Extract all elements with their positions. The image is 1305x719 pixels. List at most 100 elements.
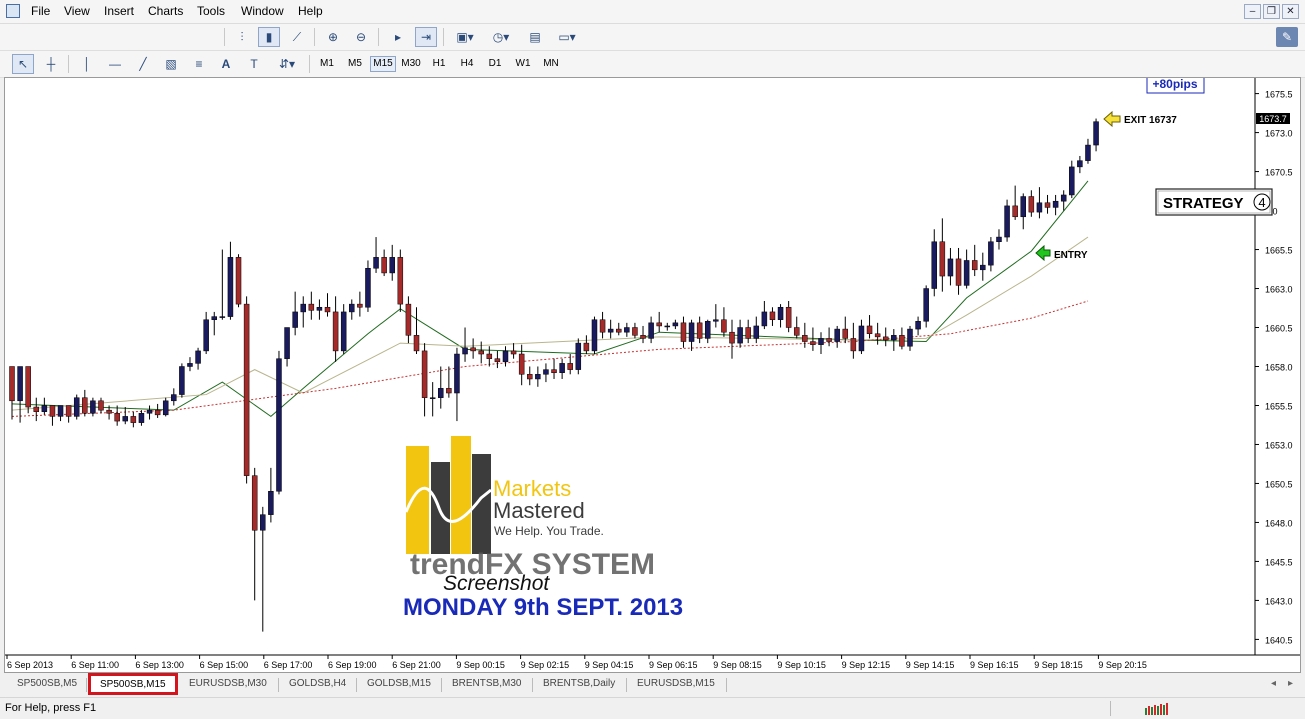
candle-body <box>858 325 865 352</box>
text-icon[interactable]: A <box>215 54 237 74</box>
candle-body <box>235 257 242 305</box>
candle <box>268 467 274 523</box>
timeframe-mn[interactable]: MN <box>538 56 564 72</box>
menu-help[interactable]: Help <box>298 4 323 18</box>
candle <box>179 363 185 398</box>
timeframe-m1[interactable]: M1 <box>314 56 340 72</box>
price-axis-labels: 1675.51673.01670.58.01665.51663.01660.51… <box>1255 90 1293 645</box>
candle <box>737 319 743 348</box>
candle <box>332 296 339 362</box>
candle-body <box>899 335 905 347</box>
candle <box>1036 187 1043 219</box>
text-label-icon[interactable]: T <box>243 54 265 74</box>
menu-file[interactable]: File <box>31 4 50 18</box>
candle <box>858 319 865 355</box>
restore-icon[interactable]: ❐ <box>1263 4 1280 19</box>
candle <box>146 405 153 420</box>
candle <box>90 397 96 417</box>
candle <box>656 311 662 333</box>
menu-view[interactable]: View <box>64 4 90 18</box>
crosshair-icon[interactable]: ┼ <box>40 54 62 74</box>
periods-clock-icon[interactable]: ◷▾ <box>487 27 515 47</box>
candle <box>688 319 695 351</box>
candle <box>462 327 468 362</box>
menu-charts[interactable]: Charts <box>148 4 183 18</box>
menu-tools[interactable]: Tools <box>197 4 225 18</box>
candle <box>518 344 525 386</box>
time-tick-label: 9 Sep 18:15 <box>1034 660 1083 670</box>
timeframe-m30[interactable]: M30 <box>398 56 424 72</box>
chart-shift-icon[interactable]: ⇥ <box>415 27 437 47</box>
zoom-in-icon[interactable]: ⊕ <box>322 27 344 47</box>
chart-properties-icon[interactable]: ▭▾ <box>552 27 582 47</box>
candle <box>640 325 646 344</box>
candle-body <box>446 388 452 394</box>
candlestick-chart-icon[interactable]: ▮ <box>258 27 280 47</box>
tab-scroll-left-icon[interactable]: ◂ <box>1271 678 1276 689</box>
tab-eurusdsb-m30[interactable]: EURUSDSB,M30 <box>189 678 267 689</box>
menu-insert[interactable]: Insert <box>104 4 134 18</box>
chart-window[interactable]: 1675.51673.01670.58.01665.51663.01660.51… <box>4 77 1301 673</box>
candle-body <box>276 358 282 492</box>
tab-brentsb-m30[interactable]: BRENTSB,M30 <box>452 678 521 689</box>
time-tick-label: 6 Sep 21:00 <box>392 660 441 670</box>
vertical-line-icon[interactable]: │ <box>76 54 98 74</box>
templates-icon[interactable]: ▤ <box>524 27 546 47</box>
timeframe-w1[interactable]: W1 <box>510 56 536 72</box>
tab-scroll-right-icon[interactable]: ▸ <box>1288 678 1293 689</box>
notification-icon[interactable]: ✎ <box>1276 27 1298 47</box>
connection-status-icon[interactable] <box>1144 702 1170 715</box>
candle <box>429 382 436 417</box>
close-icon[interactable]: ✕ <box>1282 4 1299 19</box>
candle <box>227 241 234 320</box>
candle <box>130 411 137 428</box>
candle-body <box>632 327 638 336</box>
candle <box>494 350 501 369</box>
arrows-icon[interactable]: ⇵▾ <box>272 54 302 74</box>
tab-goldsb-h4[interactable]: GOLDSB,H4 <box>289 678 346 689</box>
trendline-icon[interactable]: ╱ <box>132 54 154 74</box>
entry-annotation: ENTRY <box>1035 244 1088 262</box>
candle-body <box>543 369 549 375</box>
candle-body <box>162 400 169 416</box>
indicators-icon[interactable]: ▣▾ <box>451 27 479 47</box>
markets-mastered-logo: Markets Mastered We Help. You Trade. <box>404 436 604 554</box>
line-chart-icon[interactable]: ⟋ <box>286 27 308 47</box>
candle <box>607 319 614 339</box>
tab-eurusdsb-m15[interactable]: EURUSDSB,M15 <box>637 678 715 689</box>
tab-sp500sb-m5[interactable]: SP500SB,M5 <box>17 678 77 689</box>
time-tick-label: 9 Sep 16:15 <box>970 660 1019 670</box>
candle-body <box>106 409 112 414</box>
zoom-out-icon[interactable]: ⊖ <box>350 27 372 47</box>
price-chart[interactable]: 1675.51673.01670.58.01665.51663.01660.51… <box>5 78 1300 672</box>
equidistant-channel-icon[interactable]: ▧ <box>160 54 182 74</box>
candle-body <box>907 328 913 347</box>
candle <box>866 315 873 339</box>
candle <box>680 316 687 348</box>
horizontal-line-icon[interactable]: — <box>104 54 126 74</box>
candle-body <box>454 353 460 394</box>
timeframe-h4[interactable]: H4 <box>454 56 480 72</box>
minimize-icon[interactable]: – <box>1244 4 1261 19</box>
tab-goldsb-m15[interactable]: GOLDSB,M15 <box>367 678 431 689</box>
candle-body <box>696 322 703 339</box>
tab-sp500sb-m15-active[interactable]: SP500SB,M15 <box>88 673 178 695</box>
candle-body <box>340 311 347 352</box>
bar-chart-icon[interactable]: ⫶ <box>231 27 253 47</box>
candle <box>696 316 703 344</box>
fibonacci-icon[interactable]: ≡ <box>188 54 210 74</box>
cursor-icon[interactable]: ↖ <box>12 54 34 74</box>
candle <box>551 358 557 379</box>
candle <box>98 397 104 414</box>
timeframe-m5[interactable]: M5 <box>342 56 368 72</box>
timeframe-d1[interactable]: D1 <box>482 56 508 72</box>
candle-body <box>349 303 355 313</box>
autoscroll-icon[interactable]: ▸ <box>387 27 409 47</box>
candle-body <box>1060 194 1067 202</box>
timeframe-h1[interactable]: H1 <box>426 56 452 72</box>
candle <box>721 307 727 337</box>
timeframe-m15[interactable]: M15 <box>370 56 396 72</box>
tab-brentsb-daily[interactable]: BRENTSB,Daily <box>543 678 615 689</box>
candle-body <box>882 336 889 341</box>
menu-window[interactable]: Window <box>241 4 284 18</box>
